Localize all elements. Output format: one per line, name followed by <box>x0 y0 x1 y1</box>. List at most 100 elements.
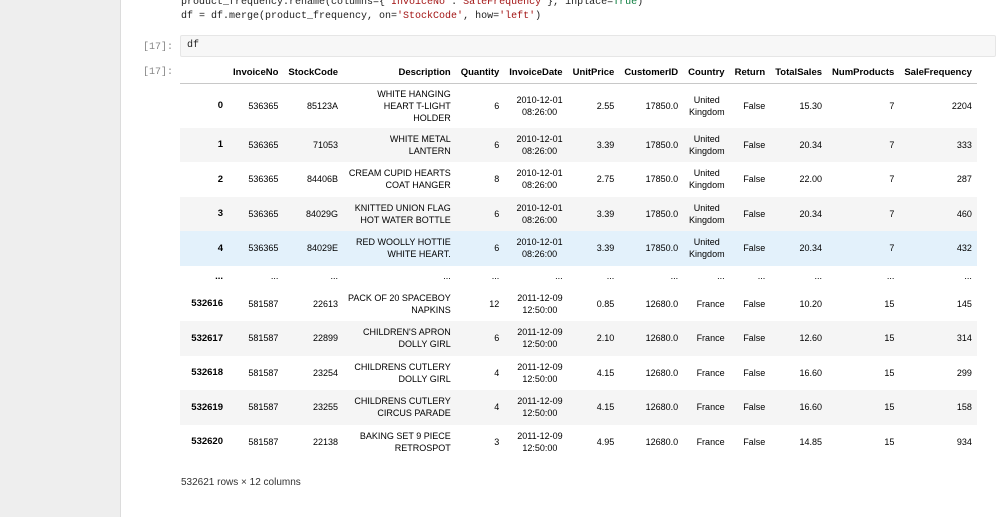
table-row: 1 536365 71053 WHITE METAL LANTERN 6 2010-12-… <box>180 127 977 163</box>
column-header: StockCode <box>283 62 344 84</box>
table-row: 532620 581587 22138 BAKING SET 9 PIECE RETR… <box>180 425 977 460</box>
cell-text: United Kingdom <box>689 168 725 191</box>
cell-text: 2011-12-09 12:50:00 <box>517 327 563 350</box>
cell-totalsales: 22.00 <box>799 174 823 185</box>
code-line-1: product_frequency.rename(columns={'Invoi… <box>181 0 644 8</box>
cell-quantity: ... <box>491 271 500 281</box>
cell-customerid: 17850.0 <box>645 243 679 254</box>
cell-unitprice: 3.39 <box>596 208 615 219</box>
cell-totalsales: 12.60 <box>799 333 823 344</box>
cell-numproducts: 15 <box>884 333 895 344</box>
cell-numproducts: 7 <box>889 243 895 254</box>
cell-numproducts: 7 <box>889 139 895 150</box>
cell-description: WHITE METAL LANTERN <box>343 128 456 163</box>
cell-text: WHITE METAL LANTERN <box>389 133 451 156</box>
cell-return: False <box>743 100 766 111</box>
cell-country: United Kingdom <box>683 231 729 266</box>
cell-invoicedate: 2011-12-09 12:50:00 <box>504 287 567 322</box>
cell-quantity: 4 <box>494 402 500 413</box>
cell-return: False <box>743 298 766 309</box>
cell-text: 2010-12-01 08:26:00 <box>516 133 563 156</box>
cell-description: CHILDRENS CUTLERY CIRCUS PARADE <box>343 390 456 425</box>
column-header: UnitPrice <box>567 62 620 84</box>
cell-numproducts: 15 <box>884 298 895 309</box>
cell-salefrequency: 333 <box>956 139 972 150</box>
cell-return: False <box>743 436 766 447</box>
cell-invoiceno: 581587 <box>248 333 279 344</box>
cell-quantity: 6 <box>494 243 500 254</box>
cell-text: CHILDREN'S APRON DOLLY GIRL <box>362 327 451 350</box>
table-row: 532619 581587 23255 CHILDRENS CUTLERY CIRCU… <box>180 390 977 425</box>
notebook-page: product_frequency.rename(columns={'Invoi… <box>120 0 1000 517</box>
column-header: CustomerID <box>619 62 684 84</box>
table-row: 532616 581587 22613 PACK OF 20 SPACEBOY NAP… <box>180 287 977 322</box>
cell-numproducts: ... <box>886 271 895 281</box>
table-row: 0 536365 85123A WHITE HANGING HEART T-LIGHT… <box>180 84 977 128</box>
column-header: TotalSales <box>770 62 828 84</box>
table-body: 0 536365 85123A WHITE HANGING HEART T-LIGHT… <box>180 84 977 460</box>
cell-invoicedate: 2010-12-01 08:26:00 <box>504 84 567 128</box>
cell-totalsales: ... <box>814 271 823 281</box>
cell-unitprice: 4.15 <box>596 402 615 413</box>
cell-quantity: 6 <box>494 333 500 344</box>
cell-text: 2010-12-01 08:26:00 <box>516 202 563 225</box>
cell-invoicedate: 2010-12-01 08:26:00 <box>504 231 567 266</box>
table-shape-summary: 532621 rows × 12 columns <box>181 477 301 488</box>
cell-text: France <box>696 367 725 378</box>
cell-return: ... <box>757 271 766 281</box>
cell-customerid: 12680.0 <box>645 402 679 413</box>
cell-stockcode: 84406B <box>307 174 339 185</box>
previous-code-cell[interactable]: product_frequency.rename(columns={'Invoi… <box>181 0 995 24</box>
row-index: 1 <box>217 139 223 151</box>
ellipsis-row: ....................................... <box>180 266 977 287</box>
cell-text: United Kingdom <box>689 133 725 156</box>
cell-numproducts: 7 <box>889 174 895 185</box>
cell-return: False <box>743 367 766 378</box>
cell-invoiceno: 581587 <box>248 298 279 309</box>
cell-text: United Kingdom <box>689 94 725 117</box>
cell-customerid: 12680.0 <box>645 333 679 344</box>
column-header: Description <box>343 62 456 84</box>
table-row: 532618 581587 23254 CHILDRENS CUTLERY DOLLY… <box>180 356 977 391</box>
column-header: Return <box>729 62 771 84</box>
cell-text: ... <box>443 271 451 281</box>
cell-numproducts: 7 <box>889 208 895 219</box>
column-header: InvoiceDate <box>504 62 568 84</box>
table-row: 4 536365 84029E RED WOOLLY HOTTIE WHITE HEA… <box>180 231 977 266</box>
cell-quantity: 8 <box>494 174 500 185</box>
cell-country: France <box>683 425 729 460</box>
cell-description: CHILDREN'S APRON DOLLY GIRL <box>343 321 456 356</box>
cell-customerid: 12680.0 <box>645 298 679 309</box>
row-index: 2 <box>217 173 223 185</box>
cell-text: United Kingdom <box>689 202 725 225</box>
cell-stockcode: 23255 <box>313 402 339 413</box>
cell-stockcode: 71053 <box>313 139 339 150</box>
cell-customerid: 12680.0 <box>645 367 679 378</box>
cell-unitprice: 3.39 <box>596 139 615 150</box>
cell-totalsales: 16.60 <box>799 402 823 413</box>
code-line-2: df = df.merge(product_frequency, on='Sto… <box>181 11 542 22</box>
cell-text: 2011-12-09 12:50:00 <box>517 361 563 384</box>
column-header: NumProducts <box>827 62 900 84</box>
cell-salefrequency: 460 <box>956 208 972 219</box>
row-index: 532619 <box>191 401 223 413</box>
cell-text: BAKING SET 9 PIECE RETROSPOT <box>359 430 451 453</box>
cell-salefrequency: 287 <box>956 174 972 185</box>
cell-invoiceno: 536365 <box>248 208 279 219</box>
cell-customerid: 12680.0 <box>645 436 679 447</box>
cell-quantity: 3 <box>494 436 500 447</box>
cell-invoicedate: 2011-12-09 12:50:00 <box>504 425 567 460</box>
cell-description: RED WOOLLY HOTTIE WHITE HEART. <box>343 231 456 266</box>
cell-text: 2011-12-09 12:50:00 <box>517 292 563 315</box>
cell-totalsales: 16.60 <box>799 367 823 378</box>
cell-country: France <box>683 287 729 322</box>
column-header: SaleFrequency <box>899 62 977 84</box>
cell-text: 2010-12-01 08:26:00 <box>516 168 563 191</box>
cell-text: France <box>696 436 725 447</box>
cell-text: CHILDRENS CUTLERY DOLLY GIRL <box>354 361 451 384</box>
cell-customerid: 17850.0 <box>645 100 679 111</box>
cell-quantity: 6 <box>494 139 500 150</box>
code-cell-input[interactable]: df <box>180 35 996 57</box>
cell-invoicedate: 2010-12-01 08:26:00 <box>504 128 567 163</box>
cell-totalsales: 20.34 <box>799 139 823 150</box>
